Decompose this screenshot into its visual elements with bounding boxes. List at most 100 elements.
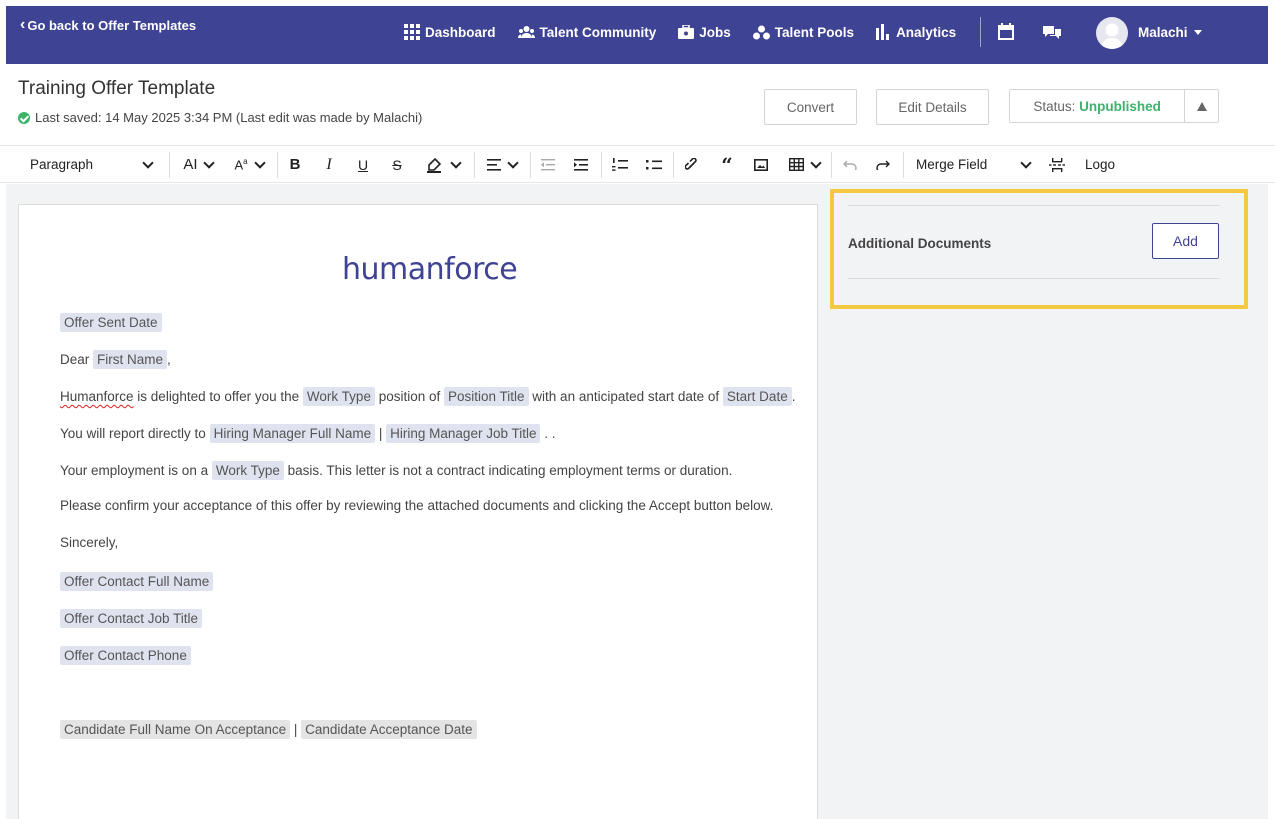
doc-line-greeting: Dear First Name , xyxy=(60,350,171,369)
chevron-down-icon xyxy=(253,156,266,169)
nav-jobs-label: Jobs xyxy=(699,24,731,40)
doc-line-contact-phone: Offer Contact Phone xyxy=(60,646,191,665)
page-break-icon[interactable] xyxy=(1046,146,1068,183)
status-display[interactable]: Status: Unpublished xyxy=(1010,99,1184,114)
separator-text: | xyxy=(290,722,302,737)
nav-dashboard-label: Dashboard xyxy=(425,24,496,40)
merge-field-dropdown[interactable]: Merge Field xyxy=(910,146,1036,183)
highlight-dropdown[interactable] xyxy=(418,146,468,183)
block-format-label: Paragraph xyxy=(30,157,94,172)
toolbar-divider xyxy=(673,152,674,178)
merge-field-work-type[interactable]: Work Type xyxy=(211,461,284,480)
convert-button[interactable]: Convert xyxy=(764,89,857,125)
redo-icon[interactable] xyxy=(872,146,894,183)
strikethrough-icon[interactable]: S xyxy=(386,146,408,183)
nav-talent-community[interactable]: Talent Community xyxy=(517,25,656,40)
table-icon xyxy=(788,158,804,171)
edit-details-button[interactable]: Edit Details xyxy=(876,89,989,125)
back-to-templates-link[interactable]: ‹ Go back to Offer Templates xyxy=(20,17,196,33)
nav-talent-pools[interactable]: Talent Pools xyxy=(752,24,855,40)
separator-text: | xyxy=(375,426,387,441)
top-nav-bar: ‹ Go back to Offer Templates Dashboard T… xyxy=(6,6,1268,64)
add-document-button[interactable]: Add xyxy=(1152,223,1219,259)
chevron-left-icon: ‹ xyxy=(20,16,26,33)
closing-text: Sincerely, xyxy=(60,535,119,550)
image-icon[interactable] xyxy=(750,146,772,183)
numbered-list-icon[interactable] xyxy=(609,146,631,183)
chevron-down-icon xyxy=(450,156,462,169)
last-saved-text: Last saved: 14 May 2025 3:34 PM (Last ed… xyxy=(35,110,423,125)
paragraph-text: . xyxy=(791,389,796,404)
chevron-down-icon xyxy=(809,156,822,169)
toolbar-divider xyxy=(903,152,904,178)
merge-field-offer-contact-title[interactable]: Offer Contact Job Title xyxy=(60,609,203,628)
editor-toolbar: Paragraph AI Aa B I U S “ Merge Field Lo… xyxy=(0,145,1275,183)
merge-field-offer-contact-phone[interactable]: Offer Contact Phone xyxy=(60,646,191,665)
merge-field-start-date[interactable]: Start Date xyxy=(722,387,792,406)
company-logo: humanforce xyxy=(342,252,518,287)
link-icon[interactable] xyxy=(681,146,703,183)
merge-field-work-type[interactable]: Work Type xyxy=(302,387,375,406)
table-dropdown[interactable] xyxy=(782,146,826,183)
nav-jobs[interactable]: Jobs xyxy=(678,25,731,40)
last-saved-info: Last saved: 14 May 2025 3:34 PM (Last ed… xyxy=(18,110,422,125)
paragraph-text: position of xyxy=(374,389,444,404)
font-family-dropdown[interactable]: Aa xyxy=(228,146,270,183)
check-circle-icon xyxy=(18,111,30,124)
divider xyxy=(848,205,1220,206)
block-format-dropdown[interactable]: Paragraph xyxy=(18,146,158,183)
merge-field-candidate-name[interactable]: Candidate Full Name On Acceptance xyxy=(60,720,291,739)
underline-icon[interactable]: U xyxy=(352,146,374,183)
undo-icon[interactable] xyxy=(839,146,861,183)
nav-dashboard[interactable]: Dashboard xyxy=(404,24,496,40)
greeting-text: Dear xyxy=(60,352,90,367)
chevron-down-icon xyxy=(202,156,215,169)
merge-field-offer-contact-name[interactable]: Offer Contact Full Name xyxy=(60,572,214,591)
doc-paragraph-confirm: Please confirm your acceptance of this o… xyxy=(60,498,773,513)
paragraph-text: . . xyxy=(540,426,556,441)
merge-field-hiring-manager-title[interactable]: Hiring Manager Job Title xyxy=(386,424,541,443)
briefcase-icon xyxy=(678,25,695,39)
additional-documents-label: Additional Documents xyxy=(848,236,992,251)
merge-field-label: Merge Field xyxy=(916,157,988,172)
indent-icon[interactable] xyxy=(570,146,592,183)
status-dropdown: Status: Unpublished xyxy=(1009,89,1219,123)
merge-field-first-name[interactable]: First Name xyxy=(93,350,168,369)
nodes-icon xyxy=(752,25,770,39)
toolbar-divider xyxy=(169,152,170,178)
outdent-icon[interactable] xyxy=(537,146,559,183)
additional-documents-panel: Additional Documents Add xyxy=(830,189,1248,309)
company-name-text: Humanforce xyxy=(60,389,134,404)
chevron-down-icon xyxy=(1020,156,1032,169)
bold-icon[interactable]: B xyxy=(284,146,306,183)
nav-divider xyxy=(980,17,981,47)
toolbar-divider xyxy=(530,152,531,178)
main-nav: Dashboard Talent Community Jobs Talent P… xyxy=(404,6,978,58)
toolbar-divider xyxy=(277,152,278,178)
italic-icon[interactable]: I xyxy=(318,146,340,183)
calendar-icon[interactable] xyxy=(998,23,1014,45)
logo-button[interactable]: Logo xyxy=(1080,146,1120,183)
nav-analytics[interactable]: Analytics xyxy=(876,24,956,40)
paragraph-text: You will report directly to xyxy=(60,426,210,441)
font-size-dropdown[interactable]: AI xyxy=(176,146,220,183)
merge-field-offer-sent-date[interactable]: Offer Sent Date xyxy=(60,313,162,332)
user-menu[interactable]: Malachi xyxy=(1138,25,1202,40)
people-icon xyxy=(517,26,535,38)
bullet-list-icon[interactable] xyxy=(643,146,665,183)
merge-field-hiring-manager-name[interactable]: Hiring Manager Full Name xyxy=(209,424,376,443)
doc-line-contact-title: Offer Contact Job Title xyxy=(60,609,203,628)
blockquote-icon[interactable]: “ xyxy=(716,146,738,183)
nav-talent-pools-label: Talent Pools xyxy=(774,24,855,40)
paragraph-text: Please confirm your acceptance of this o… xyxy=(60,498,774,513)
merge-field-position-title[interactable]: Position Title xyxy=(444,387,529,406)
paragraph-text: basis. This letter is not a contract ind… xyxy=(283,463,733,478)
merge-field-candidate-date[interactable]: Candidate Acceptance Date xyxy=(301,720,477,739)
doc-paragraph-report: You will report directly to Hiring Manag… xyxy=(60,424,556,443)
caret-down-icon xyxy=(1193,30,1202,35)
status-toggle-button[interactable] xyxy=(1184,90,1218,122)
chat-icon[interactable] xyxy=(1043,25,1061,45)
user-avatar[interactable] xyxy=(1096,17,1128,49)
paragraph-text: with an anticipated start date of xyxy=(528,389,723,404)
alignment-dropdown[interactable] xyxy=(480,146,524,183)
